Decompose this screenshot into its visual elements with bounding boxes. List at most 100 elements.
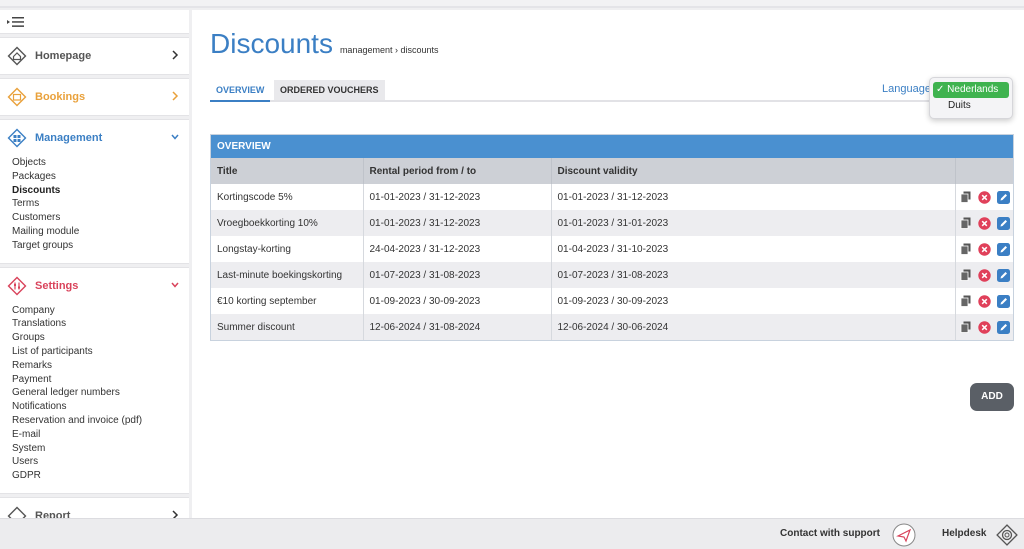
table-row[interactable]: Summer discount 12-06-2024 / 31-08-2024 12… [211, 314, 1013, 340]
cell-discount-validity: 01-07-2023 / 31-08-2023 [551, 262, 956, 288]
sidebar-section-bookings[interactable]: Bookings [0, 78, 189, 116]
delete-icon[interactable] [978, 268, 991, 282]
copy-icon[interactable] [960, 217, 972, 230]
sidebar-item-objects[interactable]: Objects [12, 156, 189, 170]
sidebar-section-report[interactable]: Report [0, 496, 189, 518]
chevron-down-icon [171, 282, 179, 288]
cell-title: Kortingscode 5% [211, 184, 364, 210]
sidebar-label-management: Management [35, 132, 103, 144]
table-row[interactable]: Vroegboekkorting 10% 01-01-2023 / 31-12-2… [211, 210, 1013, 236]
delete-icon[interactable] [978, 294, 991, 308]
delete-icon[interactable] [978, 320, 991, 334]
sidebar-item-general-ledger-numbers[interactable]: General ledger numbers [12, 386, 189, 400]
edit-icon[interactable] [997, 242, 1010, 256]
language-dropdown[interactable]: ✓ Nederlands Duits [929, 77, 1013, 119]
chevron-right-icon [172, 50, 179, 60]
edit-icon[interactable] [997, 268, 1010, 282]
sidebar-item-remarks[interactable]: Remarks [12, 359, 189, 373]
copy-icon[interactable] [960, 295, 972, 308]
tab-overview[interactable]: Overview [210, 80, 271, 102]
management-submenu: Objects Packages Discounts Terms Custome… [0, 156, 189, 263]
settings-submenu: Company Translations Groups List of part… [0, 304, 189, 493]
sidebar-header [0, 10, 189, 34]
edit-icon[interactable] [997, 294, 1010, 308]
table-row[interactable]: Kortingscode 5% 01-01-2023 / 31-12-2023 01… [211, 184, 1013, 210]
sidebar-item-reservation-invoice[interactable]: Reservation and invoice (pdf) [12, 414, 189, 428]
copy-icon[interactable] [960, 321, 972, 334]
contact-support-link[interactable]: Contact with support [780, 528, 880, 539]
cell-discount-validity: 12-06-2024 / 30-06-2024 [551, 314, 956, 340]
table-row[interactable]: Longstay-korting 24-04-2023 / 31-12-2023 0… [211, 236, 1013, 262]
cell-discount-validity: 01-04-2023 / 31-10-2023 [551, 236, 956, 262]
sidebar-item-discounts[interactable]: Discounts [12, 184, 189, 198]
paper-plane-icon[interactable] [892, 523, 916, 547]
add-button[interactable]: ADD [970, 383, 1014, 411]
sidebar-item-packages[interactable]: Packages [12, 170, 189, 184]
sidebar-item-groups[interactable]: Groups [12, 331, 189, 345]
edit-icon[interactable] [997, 320, 1010, 334]
cell-rental-period: 01-09-2023 / 30-09-2023 [363, 288, 552, 314]
sidebar-item-customers[interactable]: Customers [12, 211, 189, 225]
column-header-rental-period[interactable]: Rental period from / to [363, 158, 552, 184]
report-icon [6, 505, 28, 518]
footer-bar: Contact with support Helpdesk [0, 518, 1024, 549]
sidebar-item-payment[interactable]: Payment [12, 373, 189, 387]
lifebuoy-icon[interactable] [996, 524, 1018, 546]
sidebar-item-users[interactable]: Users [12, 455, 189, 469]
sidebar: Homepage Bookings Management Objects Pac… [0, 10, 189, 518]
edit-icon[interactable] [997, 216, 1010, 230]
panel-title: Overview [211, 135, 1013, 158]
cell-discount-validity: 01-01-2023 / 31-01-2023 [551, 210, 956, 236]
column-header-actions [955, 158, 1013, 184]
sidebar-item-system[interactable]: System [12, 442, 189, 456]
collapse-menu-icon[interactable] [6, 15, 26, 29]
cell-rental-period: 01-01-2023 / 31-12-2023 [363, 210, 552, 236]
cell-actions [955, 288, 1013, 314]
column-header-discount-validity[interactable]: Discount validity [551, 158, 956, 184]
sidebar-item-target-groups[interactable]: Target groups [12, 239, 189, 253]
sidebar-item-email[interactable]: E-mail [12, 428, 189, 442]
delete-icon[interactable] [978, 242, 991, 256]
cell-actions [955, 262, 1013, 288]
settings-icon [6, 275, 28, 297]
bookings-icon [6, 86, 28, 108]
language-label: Language [882, 83, 931, 95]
sidebar-item-company[interactable]: Company [12, 304, 189, 318]
cell-rental-period: 01-01-2023 / 31-12-2023 [363, 184, 552, 210]
cell-title: Longstay-korting [211, 236, 364, 262]
sidebar-section-settings[interactable]: Settings Company Translations Groups Lis… [0, 266, 189, 494]
sidebar-label-bookings: Bookings [35, 91, 86, 103]
sidebar-item-notifications[interactable]: Notifications [12, 400, 189, 414]
cell-rental-period: 01-07-2023 / 31-08-2023 [363, 262, 552, 288]
language-option-duits[interactable]: Duits [930, 98, 1012, 114]
table-row[interactable]: €10 korting september 01-09-2023 / 30-09-… [211, 288, 1013, 314]
delete-icon[interactable] [978, 216, 991, 230]
sidebar-item-gdpr[interactable]: GDPR [12, 469, 189, 483]
top-border [0, 0, 1024, 8]
sidebar-item-translations[interactable]: Translations [12, 317, 189, 331]
tab-ordered-vouchers[interactable]: Ordered vouchers [274, 80, 385, 100]
cell-actions [955, 210, 1013, 236]
cell-title: €10 korting september [211, 288, 364, 314]
sidebar-item-mailing-module[interactable]: Mailing module [12, 225, 189, 239]
management-icon [6, 127, 28, 149]
breadcrumb: management › discounts [339, 45, 439, 55]
sidebar-label-settings: Settings [35, 279, 79, 292]
cell-title: Summer discount [211, 314, 364, 340]
sidebar-item-terms[interactable]: Terms [12, 197, 189, 211]
edit-icon[interactable] [997, 190, 1010, 204]
cell-title: Vroegboekkorting 10% [211, 210, 364, 236]
sidebar-section-management[interactable]: Management Objects Packages Discounts Te… [0, 119, 189, 264]
table-row[interactable]: Last-minute boekingskorting 01-07-2023 / … [211, 262, 1013, 288]
copy-icon[interactable] [960, 243, 972, 256]
delete-icon[interactable] [978, 190, 991, 204]
copy-icon[interactable] [960, 191, 972, 204]
copy-icon[interactable] [960, 269, 972, 282]
sidebar-label-report: Report [35, 509, 71, 518]
sidebar-section-homepage[interactable]: Homepage [0, 37, 189, 75]
sidebar-item-list-of-participants[interactable]: List of participants [12, 345, 189, 359]
column-header-title[interactable]: Title [211, 158, 364, 184]
helpdesk-link[interactable]: Helpdesk [942, 528, 986, 539]
chevron-right-icon [172, 91, 179, 101]
language-option-nederlands[interactable]: ✓ Nederlands [933, 82, 1009, 98]
